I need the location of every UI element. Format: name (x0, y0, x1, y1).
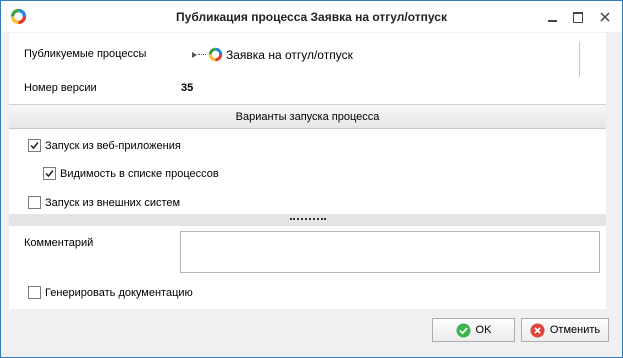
checkbox-box[interactable] (28, 196, 41, 209)
generate-docs-checkbox[interactable]: Генерировать документацию (28, 286, 193, 299)
check-circle-icon (456, 322, 471, 338)
tree-connector (198, 53, 206, 56)
close-button[interactable] (592, 5, 618, 29)
cancel-label: Отменить (549, 324, 601, 336)
checkmark-icon (45, 170, 54, 178)
version-label: Номер версии (24, 82, 97, 94)
title-bar[interactable]: Публикация процесса Заявка на отгул/отпу… (1, 1, 622, 32)
option-web-app-checkbox[interactable]: Запуск из веб-приложения (28, 139, 181, 152)
splitter-handle[interactable] (9, 214, 606, 226)
comment-label: Комментарий (24, 237, 94, 249)
process-tree-item[interactable]: Заявка на отгул/отпуск (192, 47, 353, 62)
launch-options-title: Варианты запуска процесса (235, 110, 380, 123)
ok-label: OK (475, 324, 492, 336)
checkmark-icon (30, 142, 39, 150)
option-external-checkbox[interactable]: Запуск из внешних систем (28, 196, 180, 209)
dialog-window: Публикация процесса Заявка на отгул/отпу… (0, 0, 623, 358)
maximize-button[interactable] (565, 5, 591, 29)
version-value: 35 (181, 82, 194, 94)
cancel-button[interactable]: Отменить (521, 318, 609, 342)
generate-docs-label: Генерировать документацию (45, 286, 193, 299)
dialog-content: Публикуемые процессы Заявка на отгул/отп… (9, 33, 606, 309)
launch-options-header[interactable]: Варианты запуска процесса (9, 104, 606, 129)
published-processes-label: Публикуемые процессы (24, 48, 147, 60)
option-visibility-checkbox[interactable]: Видимость в списке процессов (43, 167, 219, 180)
minimize-button[interactable] (539, 5, 565, 29)
vertical-divider (579, 42, 580, 77)
checkbox-box[interactable] (28, 139, 41, 152)
close-icon (600, 12, 610, 22)
cancel-circle-icon (530, 322, 545, 338)
option-label: Запуск из внешних систем (45, 196, 181, 209)
minimize-icon (547, 20, 557, 22)
ok-button[interactable]: OK (432, 318, 515, 342)
process-ring-icon (208, 47, 223, 62)
checkbox-box[interactable] (43, 167, 56, 180)
checkbox-box[interactable] (28, 286, 41, 299)
expand-arrow-icon[interactable] (192, 51, 197, 58)
maximize-icon (573, 11, 583, 23)
option-label: Видимость в списке процессов (60, 167, 219, 180)
grip-dots-icon (289, 218, 326, 222)
window-title: Публикация процесса Заявка на отгул/отпу… (176, 10, 447, 24)
process-name: Заявка на отгул/отпуск (226, 47, 353, 62)
option-label: Запуск из веб-приложения (45, 139, 181, 152)
comment-textarea[interactable] (180, 231, 600, 273)
